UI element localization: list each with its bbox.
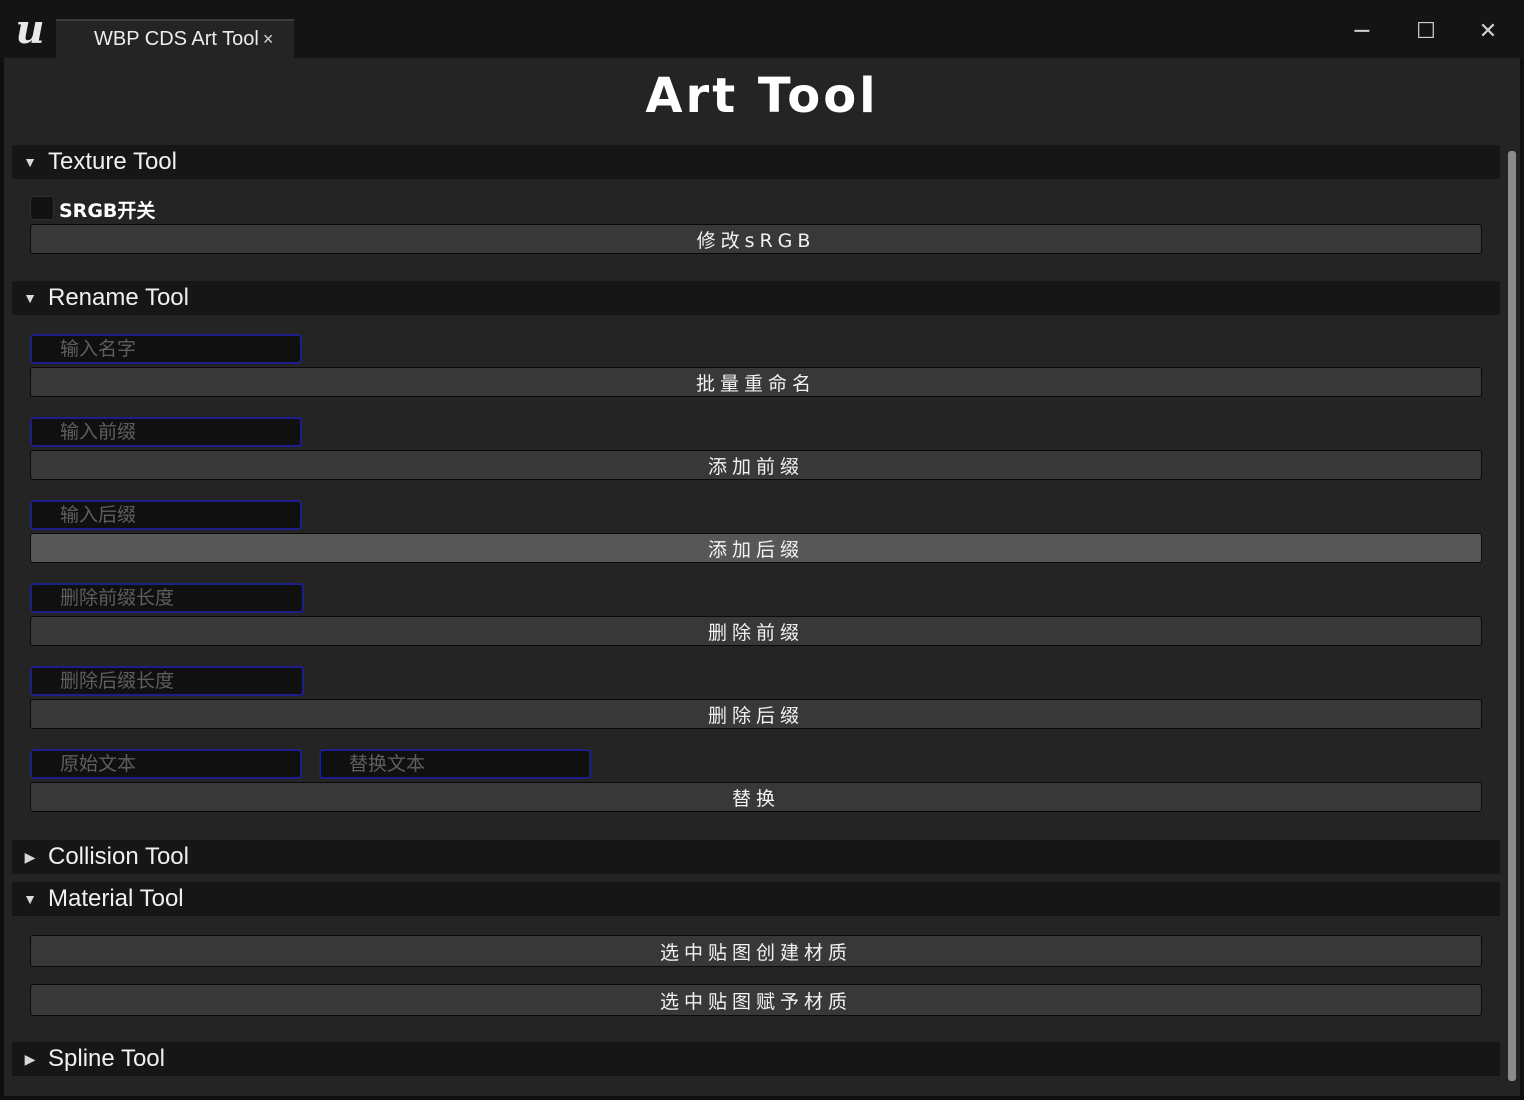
original-text-input[interactable]: 原始文本 <box>30 749 302 779</box>
collapsed-arrow-icon: ▶ <box>24 1050 36 1067</box>
section-material-tool[interactable]: ▼ Material Tool <box>12 882 1500 916</box>
unreal-logo-icon: u <box>15 5 45 53</box>
create-material-button[interactable]: 选中贴图创建材质 <box>30 935 1482 967</box>
remove-suffix-length-input[interactable]: 删除后缀长度 <box>30 666 304 696</box>
close-window-icon[interactable]: ✕ <box>1468 14 1508 48</box>
prefix-input[interactable]: 输入前缀 <box>30 417 302 447</box>
expanded-arrow-icon: ▼ <box>23 891 37 907</box>
batch-rename-button[interactable]: 批量重命名 <box>30 367 1482 397</box>
section-collision-tool[interactable]: ▶ Collision Tool <box>12 840 1500 874</box>
add-prefix-button[interactable]: 添加前缀 <box>30 450 1482 480</box>
tool-panel: Art Tool ▼ Texture Tool SRGB开关 修改sRGB ▼ … <box>4 58 1520 1096</box>
expanded-arrow-icon: ▼ <box>23 154 37 170</box>
name-input[interactable]: 输入名字 <box>30 334 302 364</box>
section-title: Spline Tool <box>48 1045 165 1072</box>
document-tab[interactable]: WBP CDS Art Tool × <box>56 19 294 58</box>
remove-suffix-button[interactable]: 删除后缀 <box>30 699 1482 729</box>
tab-title: WBP CDS Art Tool <box>94 28 259 50</box>
section-title: Texture Tool <box>48 148 177 175</box>
modify-srgb-button[interactable]: 修改sRGB <box>30 224 1482 254</box>
section-title: Material Tool <box>48 885 184 912</box>
expanded-arrow-icon: ▼ <box>23 290 37 306</box>
add-suffix-button[interactable]: 添加后缀 <box>30 533 1482 563</box>
section-title: Rename Tool <box>48 284 189 311</box>
collapsed-arrow-icon: ▶ <box>24 848 36 865</box>
section-rename-tool[interactable]: ▼ Rename Tool <box>12 281 1500 315</box>
section-title: Collision Tool <box>48 843 189 870</box>
minimize-icon[interactable]: ─ <box>1342 14 1382 48</box>
section-texture-tool[interactable]: ▼ Texture Tool <box>12 145 1500 179</box>
remove-prefix-button[interactable]: 删除前缀 <box>30 616 1482 646</box>
tab-close-icon[interactable]: × <box>263 29 274 50</box>
assign-material-button[interactable]: 选中贴图赋予材质 <box>30 984 1482 1016</box>
srgb-checkbox-label: SRGB开关 <box>59 200 156 222</box>
suffix-input[interactable]: 输入后缀 <box>30 500 302 530</box>
remove-prefix-length-input[interactable]: 删除前缀长度 <box>30 583 304 613</box>
page-title: Art Tool <box>645 68 879 124</box>
maximize-icon[interactable]: ☐ <box>1406 14 1446 48</box>
title-bar: u WBP CDS Art Tool × ─ ☐ ✕ <box>0 0 1524 58</box>
replace-text-input[interactable]: 替换文本 <box>319 749 591 779</box>
replace-button[interactable]: 替换 <box>30 782 1482 812</box>
section-spline-tool[interactable]: ▶ Spline Tool <box>12 1042 1500 1076</box>
srgb-checkbox[interactable] <box>30 196 54 220</box>
vertical-scrollbar[interactable] <box>1508 151 1516 1081</box>
